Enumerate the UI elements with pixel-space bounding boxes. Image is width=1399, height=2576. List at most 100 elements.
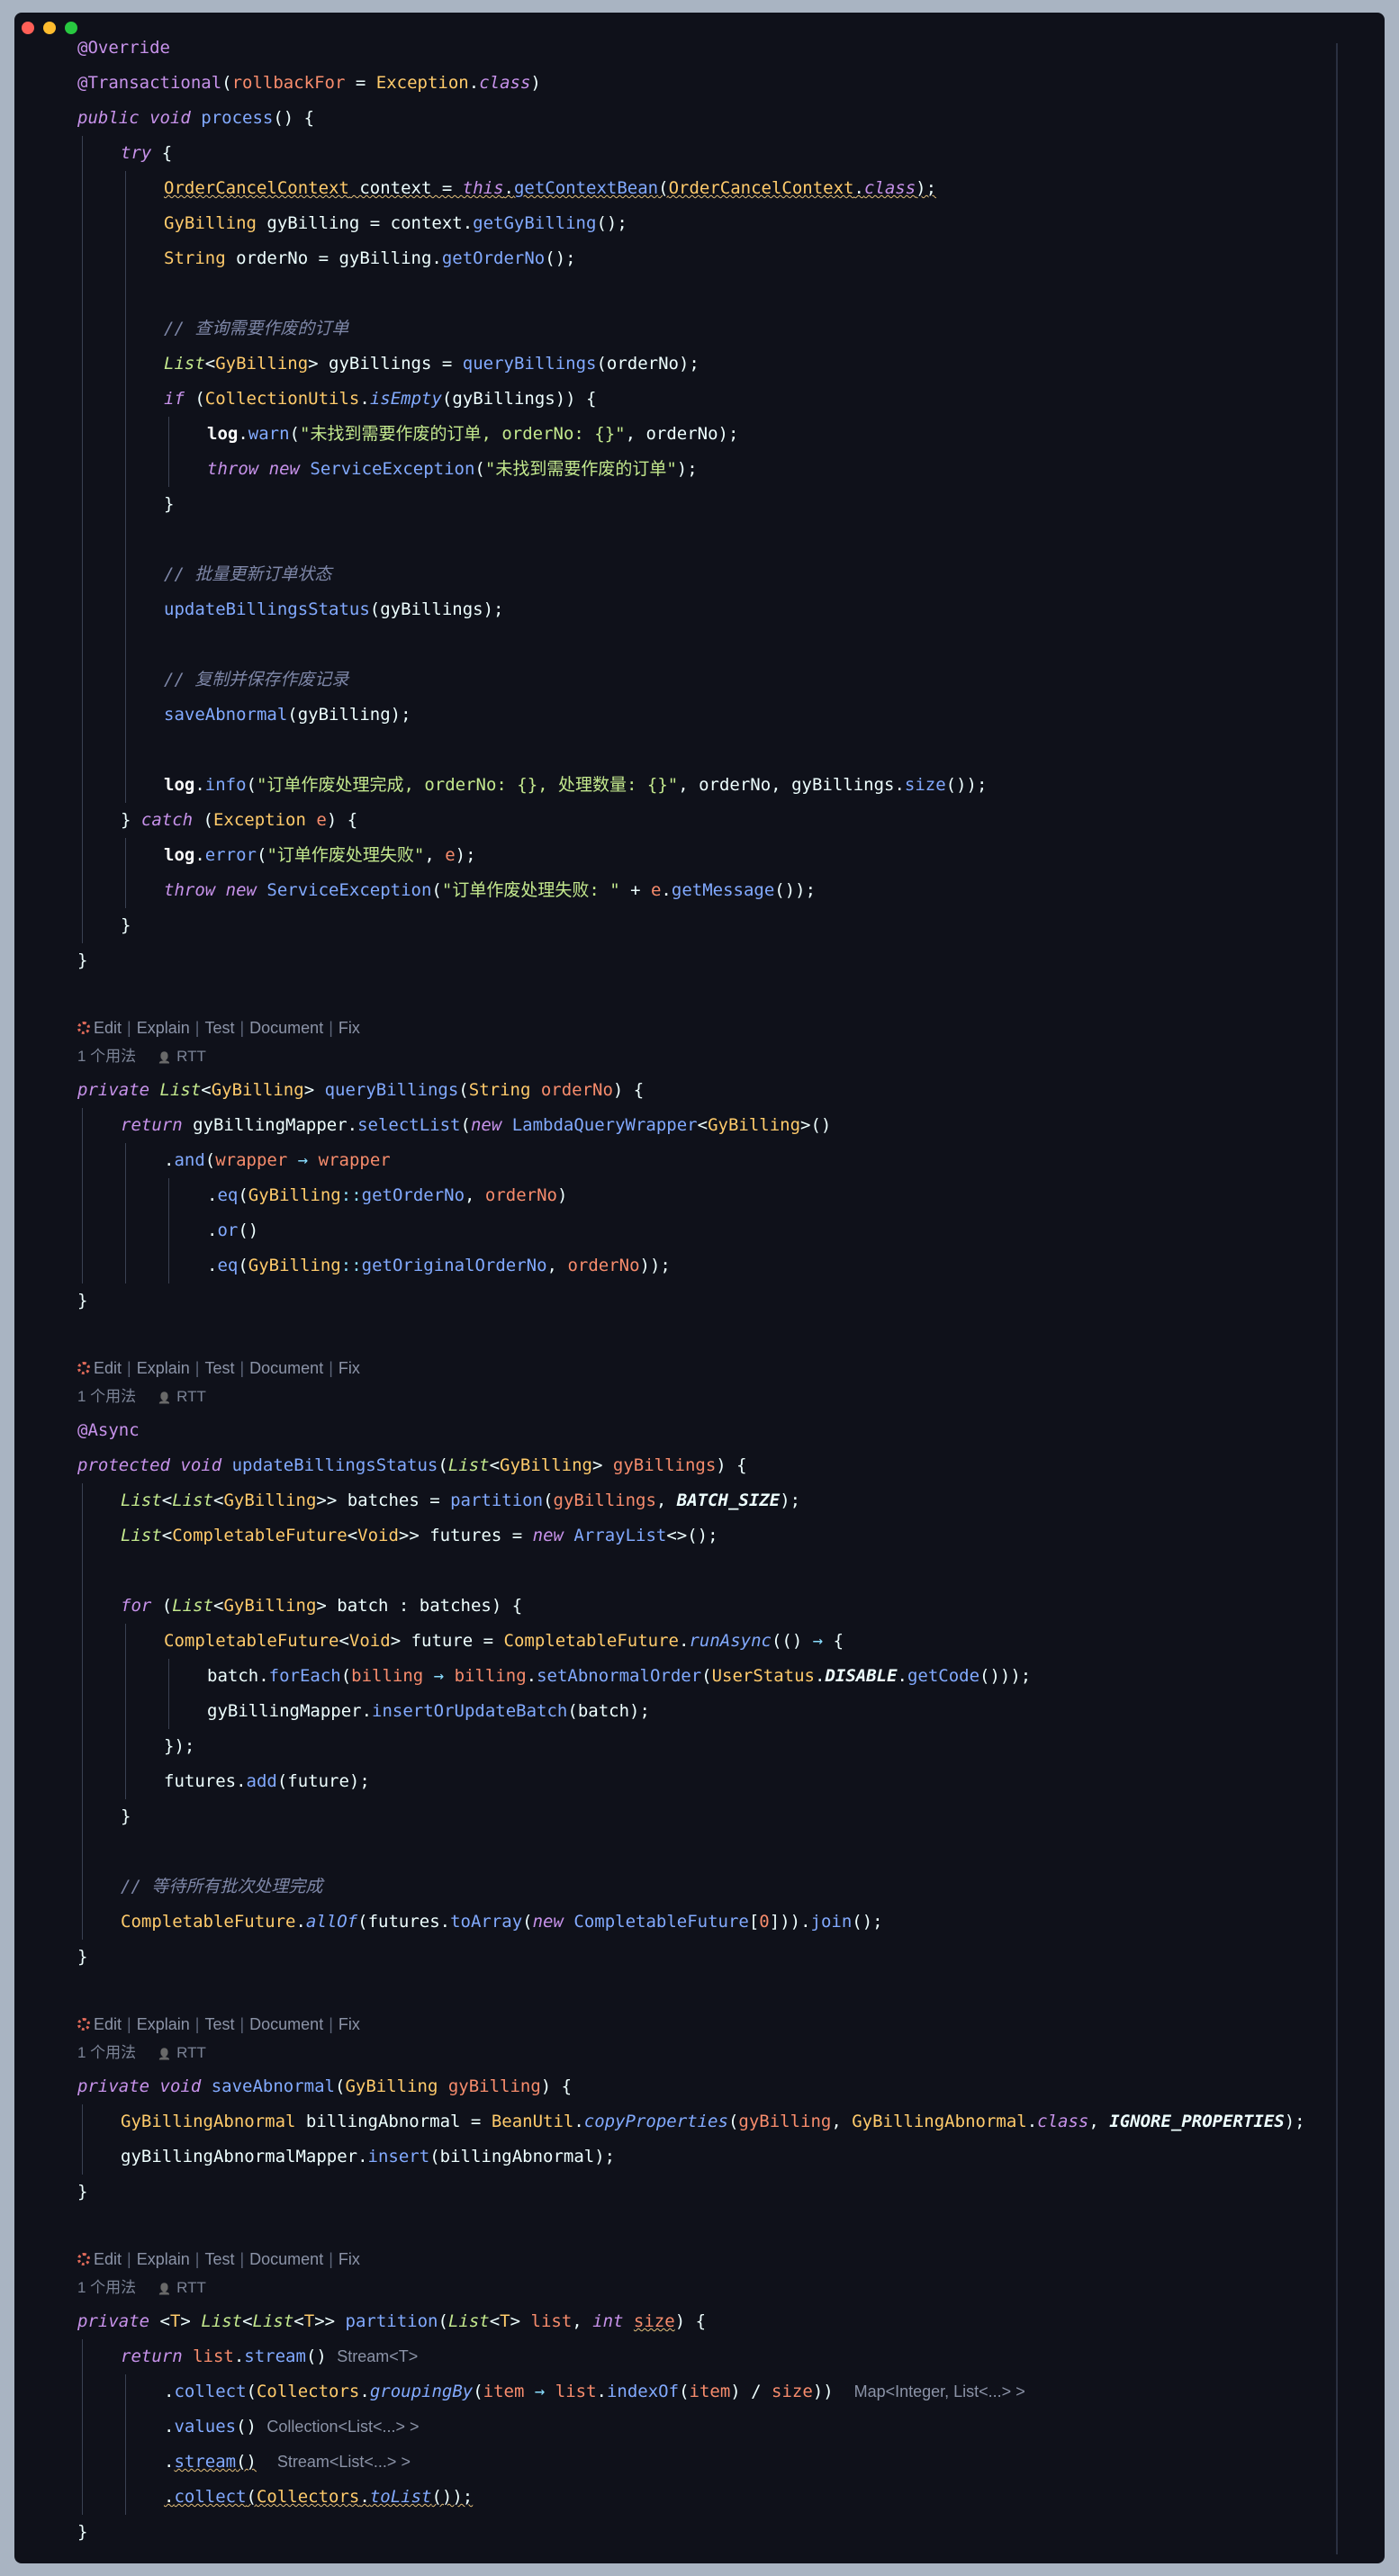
codelens-test-button[interactable]: Test (204, 1359, 234, 1377)
code-line[interactable]: GyBillingAbnormal billingAbnormal = Bean… (121, 2104, 1305, 2139)
code-line[interactable]: List<CompletableFuture<Void>> futures = … (121, 1518, 718, 1554)
usage-hint[interactable]: 1 个用法 👤 RTT (77, 1044, 206, 1069)
code-line[interactable]: } (121, 1799, 131, 1834)
code-line[interactable]: } (77, 1940, 87, 1975)
author-name[interactable]: RTT (176, 1048, 206, 1065)
code-line[interactable]: // 等待所有批次处理完成 (121, 1869, 322, 1905)
code-line[interactable]: @Transactional(rollbackFor = Exception.c… (77, 66, 541, 101)
code-line[interactable]: CompletableFuture<Void> future = Complet… (164, 1624, 844, 1659)
codelens-test-button[interactable]: Test (204, 1019, 234, 1037)
code-line[interactable]: batch.forEach(billing → billing.setAbnor… (207, 1659, 1031, 1694)
code-token: LambdaQueryWrapper (511, 1115, 698, 1135)
codelens-document-button[interactable]: Document (249, 1019, 323, 1037)
code-line[interactable]: .stream() Stream<List<...> > (164, 2445, 411, 2480)
code-line[interactable]: futures.add(future); (164, 1764, 370, 1799)
codelens-fix-button[interactable]: Fix (338, 1019, 360, 1037)
codelens-document-button[interactable]: Document (249, 2250, 323, 2268)
code-line[interactable]: } (77, 2515, 87, 2550)
code-line[interactable]: if (CollectionUtils.isEmpty(gyBillings))… (164, 382, 597, 417)
codelens-edit-button[interactable]: Edit (94, 1359, 122, 1377)
codelens-test-button[interactable]: Test (204, 2015, 234, 2033)
code-line[interactable]: .values() Collection<List<...> > (164, 2409, 420, 2445)
code-line[interactable]: log.info("订单作废处理完成, orderNo: {}, 处理数量: {… (164, 768, 987, 803)
author-name[interactable]: RTT (176, 2044, 206, 2061)
code-line[interactable]: updateBillingsStatus(gyBillings); (164, 592, 504, 627)
code-line[interactable]: } (121, 908, 131, 943)
code-token: . (526, 1666, 537, 1686)
code-line[interactable]: // 复制并保存作废记录 (164, 662, 348, 698)
code-line[interactable]: .or() (207, 1213, 258, 1248)
codelens-edit-button[interactable]: Edit (94, 2015, 122, 2033)
usage-count[interactable]: 1 个用法 (77, 2279, 136, 2296)
code-line[interactable]: } (77, 943, 87, 978)
codelens-explain-button[interactable]: Explain (137, 1019, 190, 1037)
author-name[interactable]: RTT (176, 2279, 206, 2296)
code-token: private (77, 1080, 160, 1100)
code-line[interactable]: log.error("订单作废处理失败", e); (164, 838, 476, 873)
code-line[interactable]: String orderNo = gyBilling.getOrderNo(); (164, 241, 576, 276)
code-line[interactable]: return gyBillingMapper.selectList(new La… (121, 1108, 831, 1143)
code-line[interactable]: saveAbnormal(gyBilling); (164, 698, 411, 733)
code-editor[interactable]: @Override @Transactional(rollbackFor = Ex… (14, 13, 1385, 2563)
code-token: log (164, 845, 195, 865)
codelens-document-button[interactable]: Document (249, 1359, 323, 1377)
code-line[interactable]: .collect(Collectors.toList()); (164, 2480, 473, 2515)
code-line[interactable]: }); (164, 1729, 194, 1764)
code-line[interactable]: @Override (77, 31, 170, 66)
usage-hint[interactable]: 1 个用法 👤 RTT (77, 1384, 206, 1410)
code-token: ()); (945, 775, 988, 795)
codelens-edit-button[interactable]: Edit (94, 2250, 122, 2268)
code-line[interactable]: } (77, 2175, 87, 2210)
usage-hint[interactable]: 1 个用法 👤 RTT (77, 2275, 206, 2301)
code-line[interactable]: List<List<GyBilling>> batches = partitio… (121, 1483, 800, 1518)
vertical-scrollbar[interactable] (1336, 43, 1338, 2554)
code-line[interactable]: private <T> List<List<T>> partition(List… (77, 2304, 706, 2339)
code-token: gyBilling (438, 2076, 541, 2096)
code-line[interactable]: // 查询需要作废的订单 (164, 311, 348, 347)
code-line[interactable]: for (List<GyBilling> batch : batches) { (121, 1589, 522, 1624)
code-token: Void (357, 1526, 399, 1545)
code-line[interactable]: try { (121, 136, 172, 171)
code-line[interactable]: } (77, 1283, 87, 1319)
code-line[interactable]: throw new ServiceException("未找到需要作废的订单")… (207, 452, 698, 487)
codelens-fix-button[interactable]: Fix (338, 2250, 360, 2268)
usage-count[interactable]: 1 个用法 (77, 2044, 136, 2061)
code-token: error (204, 845, 257, 865)
code-line[interactable]: .eq(GyBilling::getOriginalOrderNo, order… (207, 1248, 671, 1283)
code-token: OrderCancelContext (668, 178, 854, 198)
codelens-document-button[interactable]: Document (249, 2015, 323, 2033)
code-line[interactable]: } (164, 487, 174, 522)
code-line[interactable]: return list.stream() Stream<T> (121, 2339, 418, 2374)
code-token: Collectors (256, 2487, 360, 2507)
codelens-fix-button[interactable]: Fix (338, 2015, 360, 2033)
code-line[interactable]: .and(wrapper → wrapper (164, 1143, 391, 1178)
code-line[interactable]: .eq(GyBilling::getOrderNo, orderNo) (207, 1178, 567, 1213)
code-line[interactable]: gyBillingAbnormalMapper.insert(billingAb… (121, 2139, 615, 2175)
usage-hint[interactable]: 1 个用法 👤 RTT (77, 2040, 206, 2066)
code-line[interactable]: private void saveAbnormal(GyBilling gyBi… (77, 2069, 572, 2104)
code-line[interactable]: CompletableFuture.allOf(futures.toArray(… (121, 1905, 883, 1940)
code-line[interactable]: @Async (77, 1413, 140, 1448)
author-name[interactable]: RTT (176, 1388, 206, 1405)
code-line[interactable]: private List<GyBilling> queryBillings(St… (77, 1073, 644, 1108)
codelens-test-button[interactable]: Test (204, 2250, 234, 2268)
code-line[interactable]: // 批量更新订单状态 (164, 557, 331, 592)
codelens-fix-button[interactable]: Fix (338, 1359, 360, 1377)
codelens-explain-button[interactable]: Explain (137, 2015, 190, 2033)
code-line[interactable]: .collect(Collectors.groupingBy(item → li… (164, 2374, 1025, 2409)
code-line[interactable]: throw new ServiceException("订单作废处理失败: " … (164, 873, 816, 908)
usage-count[interactable]: 1 个用法 (77, 1388, 136, 1405)
code-line[interactable]: public void process() { (77, 101, 314, 136)
code-line[interactable]: GyBilling gyBilling = context.getGyBilli… (164, 206, 627, 241)
code-line[interactable]: protected void updateBillingsStatus(List… (77, 1448, 747, 1483)
usage-count[interactable]: 1 个用法 (77, 1048, 136, 1065)
code-line[interactable]: } catch (Exception e) { (121, 803, 357, 838)
codelens-explain-button[interactable]: Explain (137, 1359, 190, 1377)
code-line[interactable]: List<GyBilling> gyBillings = queryBillin… (164, 347, 700, 382)
code-token: } (121, 1806, 131, 1826)
codelens-edit-button[interactable]: Edit (94, 1019, 122, 1037)
codelens-explain-button[interactable]: Explain (137, 2250, 190, 2268)
code-line[interactable]: gyBillingMapper.insertOrUpdateBatch(batc… (207, 1694, 650, 1729)
code-line[interactable]: log.warn("未找到需要作废的订单, orderNo: {}", orde… (207, 417, 738, 452)
code-line[interactable]: OrderCancelContext context = this.getCon… (164, 171, 936, 206)
